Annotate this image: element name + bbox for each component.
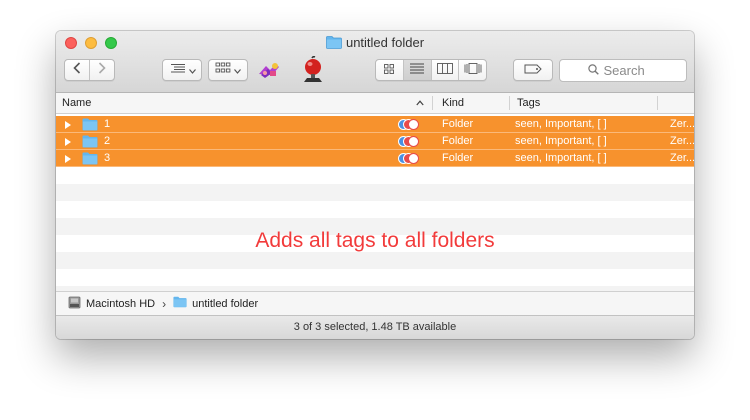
forward-button[interactable] [90,60,114,80]
empty-row [56,201,694,218]
toolbar-script-icon[interactable] [301,55,325,84]
column-separator[interactable] [657,96,658,110]
cover-flow-button[interactable] [459,60,486,80]
grid-icon [215,61,231,79]
row-tags: seen, Important, [ ] [515,152,607,164]
row-kind: Folder [442,118,474,130]
column-kind-label: Kind [442,97,465,109]
tags-button[interactable] [513,59,553,81]
breadcrumb-volume-label: Macintosh HD [86,297,156,310]
row-tags: seen, Important, [ ] [515,118,607,130]
chevron-left-icon [73,61,81,79]
chevron-down-icon [234,61,241,79]
cover-flow-icon [464,61,482,79]
path-bar: Macintosh HD › untitled folder [56,291,694,315]
sort-ascending-icon [416,93,424,113]
column-view-button[interactable] [432,60,460,80]
toolbar-app-icon[interactable] [256,58,282,82]
icon-view-icon [384,61,395,79]
tag-icon [524,61,542,79]
arrange-button[interactable] [162,59,202,81]
empty-row [56,184,694,201]
row-tags: seen, Important, [ ] [515,135,607,147]
row-name: 2 [104,135,111,147]
column-name-header[interactable]: Name [56,93,432,113]
back-button[interactable] [65,60,90,80]
column-separator[interactable] [509,96,510,110]
status-bar: 3 of 3 selected, 1.48 TB available [56,315,694,339]
view-mode-control [375,59,487,81]
icon-view-button[interactable] [376,60,404,80]
disclosure-triangle-icon[interactable] [65,138,71,146]
folder-icon [173,296,187,311]
column-view-icon [436,61,453,79]
tag-dots-icon [398,119,422,130]
table-row[interactable]: 1 Folder seen, Important, [ ] Zer... [56,116,694,133]
row-kind: Folder [442,135,474,147]
list-view-button[interactable] [403,60,432,80]
search-icon [587,62,599,80]
row-extra: Zer... [670,135,694,147]
disclosure-triangle-icon[interactable] [65,121,71,129]
toolbar: untitled folder [56,31,694,93]
column-tags-header[interactable]: Tags [511,93,657,113]
tag-dots-icon [398,136,422,147]
annotation-text: Adds all tags to all folders [255,229,495,252]
chevron-right-icon: › [162,296,167,311]
row-kind: Folder [442,152,474,164]
disclosure-triangle-icon[interactable] [65,155,71,163]
arrange-list-icon [169,61,187,79]
column-tags-label: Tags [517,97,541,109]
finder-window: untitled folder Search Name Kind Tags 1 … [56,31,694,339]
row-name: 3 [104,152,111,164]
hard-drive-icon [68,296,81,312]
row-extra: Zer... [670,152,694,164]
window-title-text: untitled folder [345,35,425,50]
column-name-label: Name [62,97,92,109]
table-row[interactable]: 2 Folder seen, Important, [ ] Zer... [56,133,694,150]
row-extra: Zer... [670,118,694,130]
column-separator[interactable] [432,96,433,110]
file-list: 1 Folder seen, Important, [ ] Zer... 2 F… [56,114,694,291]
breadcrumb-folder[interactable]: untitled folder [173,296,258,311]
nav-buttons [64,59,115,81]
search-field[interactable] [559,59,687,82]
empty-row [56,167,694,184]
search-input[interactable] [603,63,659,78]
empty-row [56,252,694,269]
column-kind-header[interactable]: Kind [436,93,506,113]
list-view-icon [410,61,425,79]
row-name: 1 [104,118,111,130]
breadcrumb-volume[interactable]: Macintosh HD [68,296,155,312]
group-button[interactable] [208,59,248,81]
folder-icon [326,36,342,53]
chevron-right-icon [98,61,106,79]
breadcrumb-folder-label: untitled folder [192,297,259,310]
table-row[interactable]: 3 Folder seen, Important, [ ] Zer... [56,150,694,167]
window-title: untitled folder [56,35,694,53]
empty-row [56,269,694,286]
column-header: Name Kind Tags [56,93,694,114]
chevron-down-icon [188,61,196,79]
tag-dots-icon [398,153,422,164]
